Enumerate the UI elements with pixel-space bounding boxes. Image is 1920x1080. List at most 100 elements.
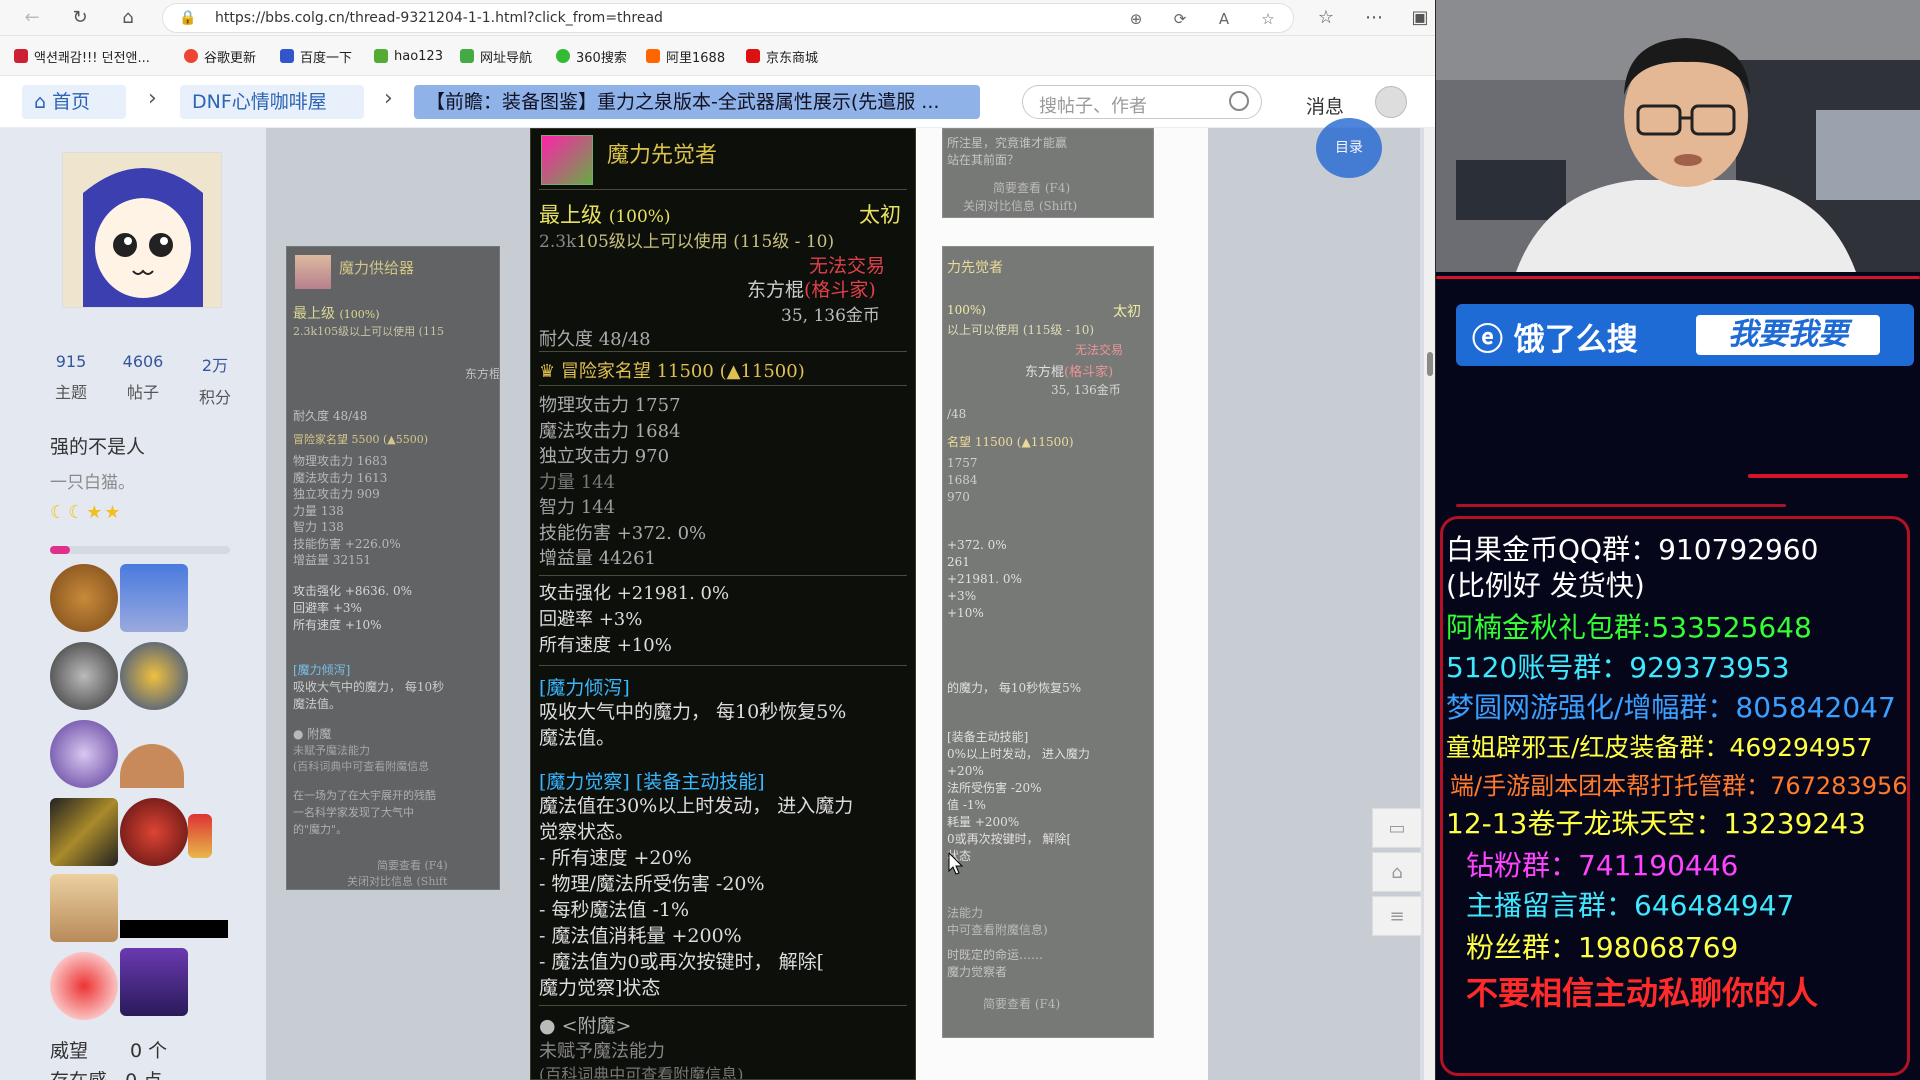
back-to-top-icon[interactable]: ⌂ [1372,852,1422,892]
comment-icon[interactable]: ▭ [1372,808,1422,848]
list-icon[interactable]: ≡ [1372,896,1422,936]
streamer-camera [1436,0,1920,272]
info-line: 梦圆网游强化/增幅群：805842047 [1446,691,1896,724]
info-line: (比例好 发货快) [1446,569,1645,602]
reload-icon[interactable]: ↻ [66,4,94,32]
baidu-icon [280,49,294,63]
author-title: 一只白猫。 [50,473,135,493]
item-name: 魔力先觉者 [607,143,718,168]
ex-medal-icon[interactable] [50,720,118,788]
bookmark-item[interactable]: 액션쾌감!!! 던전앤... [14,47,150,66]
redhair-medal-icon[interactable] [120,798,188,866]
reputation-label: 威望 [50,1040,89,1062]
bookmark-icon [14,49,28,63]
breadcrumb-thread[interactable]: 【前瞻：装备图鉴】重力之泉版本-全武器属性展示(先遣服 ... [414,85,980,119]
author-avatar[interactable] [62,152,222,308]
chevron-right-icon: › [148,86,157,111]
main-item-tooltip[interactable]: 魔力先觉者 最上级 (100%) 太初 2.3k105级以上可以使用 (115级… [530,128,916,1080]
url-text: https://bbs.colg.cn/thread-9321204-1-1.h… [215,10,663,26]
blue-medal-icon[interactable] [120,564,188,632]
stat-points[interactable]: 2万 积分 [180,352,250,408]
diy-medal-icon[interactable] [120,948,188,1016]
back-icon[interactable]: ← [18,4,46,32]
level-progress [50,546,230,554]
messages-link[interactable]: 消息 [1306,92,1344,119]
left-stats: 物理攻击力 1683 魔法攻击力 1613 独立攻击力 909 力量 138 智力 13… [293,454,401,567]
info-line: 钻粉群：741190446 [1466,849,1739,882]
item-icon [541,135,593,185]
home-icon[interactable]: ⌂ [114,4,142,32]
eleme-logo-icon: ⓔ [1472,322,1514,358]
forum-nav: ⌂ 首页 › DNF心情咖啡屋 › 【前瞻：装备图鉴】重力之泉版本-全武器属性展… [0,76,1435,128]
sword-medal-icon[interactable] [50,798,118,866]
sidebar-toggle-icon[interactable]: ▣ [1406,4,1434,32]
warning-line: 不要相信主动私聊你的人 [1466,974,1819,1012]
chuang-medal-icon[interactable] [50,642,118,710]
bookmark-item[interactable]: 网址导航 [460,47,532,66]
favorite-star-icon[interactable]: ☆ [1257,8,1279,30]
compare-item-right-top[interactable]: 所注星，究竟谁才能赢 站在其前面？ 简要查看 (F4) 关闭对比信息 (Shift… [942,128,1154,218]
chrome-icon [184,49,198,63]
item-stats: 物理攻击力 1757 魔法攻击力 1684 独立攻击力 970 力量 144 智力 14… [539,395,707,569]
stat-posts[interactable]: 4606 帖子 [108,352,178,403]
ad-banner[interactable]: ⓔ 饿了么搜 我要我要 [1456,304,1914,366]
breadcrumb-board[interactable]: DNF心情咖啡屋 [180,85,364,119]
1688-icon [646,49,660,63]
girl-medal-icon[interactable] [50,952,118,1020]
fame-icon: ♛ [539,361,561,382]
avatar[interactable] [1375,86,1407,118]
search-icon[interactable] [1229,91,1249,111]
info-line: 主播留言群：646484947 [1466,889,1795,922]
author-panel: 915 主题 4606 帖子 2万 积分 强的不是人 一只白猫。 ☾☾★★ 威望… [0,128,266,1080]
read-aloud-icon[interactable]: A [1213,8,1235,30]
author-name[interactable]: 强的不是人 [50,432,145,459]
compare-item-right[interactable]: 力先觉者 100%) 太初 以上可以使用 (115级 - 10) 无法交易 东方… [942,246,1154,1038]
group-list: 白果金币QQ群：910792960 (比例好 发货快) 阿楠金秋礼包群:5335… [1436,512,1920,1080]
info-line: 5120账号群：929373953 [1446,651,1790,684]
lock-icon: 🔒 [179,10,197,26]
info-line: 粉丝群：198068769 [1466,931,1739,964]
face-medal-icon[interactable] [120,744,184,788]
translate-icon[interactable]: ⟳ [1169,8,1191,30]
compare-item-left[interactable]: 魔力供给器 最上级 (100%) 2.3k105级以上可以使用 (115 东方棍… [286,246,500,890]
stream-overlay: ⓔ 饿了么搜 我要我要 白果金币QQ群：910792960 (比例好 发货快) … [1436,272,1920,1080]
stat-threads[interactable]: 915 主题 [36,352,106,403]
jd-icon [746,49,760,63]
bookmark-item[interactable]: 谷歌更新 [184,47,256,66]
bookmark-item[interactable]: 360搜索 [556,47,627,66]
nav-icon [460,49,474,63]
bookmark-item[interactable]: 阿里1688 [646,47,725,66]
search-input[interactable]: 搜帖子、作者 [1022,85,1262,119]
home-icon: ⌂ [34,91,53,113]
info-line: 白果金币QQ群：910792960 [1446,533,1819,566]
browser-window: ← ↻ ⌂ 🔒 https://bbs.colg.cn/thread-93212… [0,0,1436,1080]
more-menu-icon[interactable]: ⋯ [1360,4,1388,32]
browser-toolbar: ← ↻ ⌂ 🔒 https://bbs.colg.cn/thread-93212… [0,0,1435,36]
ribbon-medal-icon[interactable] [188,814,212,858]
cake-medal-icon[interactable] [50,874,118,942]
bookmark-item[interactable]: hao123 [374,47,443,65]
ad-button[interactable]: 我要我要 [1696,315,1880,355]
directory-button[interactable]: 目录 [1316,118,1382,178]
post-content: 魔力供给器 最上级 (100%) 2.3k105级以上可以使用 (115 东方棍… [266,118,1420,1080]
level-stars: ☾☾★★ [50,502,123,523]
hao123-icon [374,49,388,63]
360-icon [556,49,570,63]
address-bar[interactable]: 🔒 https://bbs.colg.cn/thread-9321204-1-1… [162,3,1294,33]
monkey-medal-icon[interactable] [50,564,118,632]
bookmark-item[interactable]: 京东商城 [746,47,818,66]
screen: ← ↻ ⌂ 🔒 https://bbs.colg.cn/thread-93212… [0,0,1920,1080]
presence-label: 存在感 0 点 [50,1066,162,1080]
favorites-icon[interactable]: ☆ [1312,4,1340,32]
zoom-icon[interactable]: ⊕ [1125,8,1147,30]
enchant-orb-icon: ● [539,1015,562,1037]
info-line: 阿楠金秋礼包群:533525648 [1446,611,1812,644]
reputation-value: 0 个 [130,1040,168,1062]
scrollbar[interactable] [1424,128,1435,1080]
breadcrumb-home[interactable]: ⌂ 首页 [22,85,126,119]
info-line: 童姐辟邪玉/红皮装备群：469294957 [1446,733,1873,762]
bookmark-item[interactable]: 百度一下 [280,47,352,66]
bookmarks-bar: 액션쾌감!!! 던전앤... 谷歌更新 百度一下 hao123 网址导航 360… [0,36,1435,76]
mouse-cursor-icon [948,852,964,875]
gold-medal-icon[interactable] [120,642,188,710]
